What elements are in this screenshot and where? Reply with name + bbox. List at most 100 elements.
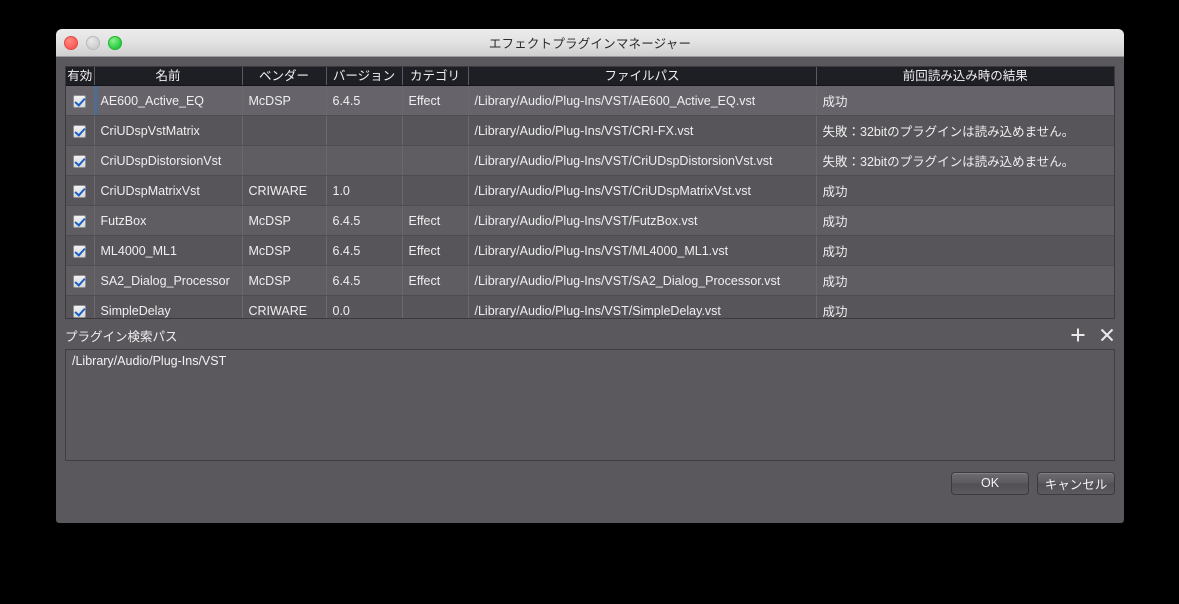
cell-enabled[interactable] — [66, 145, 95, 176]
close-button[interactable] — [64, 35, 78, 50]
cell-category: Effect — [402, 85, 469, 116]
cell-name: CriUDspDistorsionVst — [94, 145, 243, 176]
checkbox-checked-icon[interactable] — [73, 304, 87, 318]
cell-path: /Library/Audio/Plug-Ins/VST/CRI-FX.vst — [468, 115, 817, 146]
search-path-item[interactable]: /Library/Audio/Plug-Ins/VST — [70, 353, 1110, 369]
cell-enabled[interactable] — [66, 295, 95, 318]
checkbox-checked-icon[interactable] — [73, 184, 87, 198]
plugin-table-container[interactable]: 有効 名前 ベンダー バージョン カテゴリ ファイルパス 前回読み込み時の結果 … — [65, 66, 1115, 319]
cancel-button[interactable]: キャンセル — [1037, 471, 1115, 495]
cell-result: 成功 — [816, 175, 1114, 206]
table-row[interactable]: SA2_Dialog_Processor McDSP 6.4.5 Effect/Lib… — [66, 265, 1114, 296]
checkbox-checked-icon[interactable] — [73, 154, 87, 168]
column-header-vendor[interactable]: ベンダー — [242, 67, 327, 86]
cell-enabled[interactable] — [66, 235, 95, 266]
cell-result: 成功 — [816, 205, 1114, 236]
table-header-row: 有効 名前 ベンダー バージョン カテゴリ ファイルパス 前回読み込み時の結果 — [66, 67, 1114, 86]
table-row[interactable]: CriUDspMatrixVst CRIWARE 1.0/Library/Audio… — [66, 175, 1114, 206]
checkbox-checked-icon[interactable] — [73, 274, 87, 288]
cell-enabled[interactable] — [66, 85, 95, 116]
close-icon[interactable] — [1099, 327, 1115, 343]
cell-version — [326, 115, 403, 146]
cell-result: 失敗：32bitのプラグインは読み込めません。 — [816, 115, 1114, 146]
column-header-name[interactable]: 名前 — [94, 67, 243, 86]
cell-enabled[interactable] — [66, 175, 95, 206]
cell-vendor — [242, 115, 327, 146]
window-controls — [64, 29, 122, 56]
table-row[interactable]: SimpleDelay CRIWARE 0.0/Library/Audio/Plug… — [66, 295, 1114, 318]
minimize-button[interactable] — [86, 35, 100, 50]
column-header-enabled[interactable]: 有効 — [66, 67, 95, 86]
cell-result: 成功 — [816, 85, 1114, 116]
column-header-category[interactable]: カテゴリ — [402, 67, 469, 86]
checkbox-checked-icon[interactable] — [73, 94, 87, 108]
cell-vendor: CRIWARE — [242, 295, 327, 318]
cell-name: SimpleDelay — [94, 295, 243, 318]
cell-version: 6.4.5 — [326, 205, 403, 236]
column-header-version[interactable]: バージョン — [326, 67, 403, 86]
table-row[interactable]: AE600_Active_EQ McDSP 6.4.5 Effect/Library/… — [66, 85, 1114, 116]
cell-result: 成功 — [816, 265, 1114, 296]
cell-enabled[interactable] — [66, 205, 95, 236]
cell-category — [402, 145, 469, 176]
cell-version: 6.4.5 — [326, 265, 403, 296]
column-header-path[interactable]: ファイルパス — [468, 67, 817, 86]
dialog-footer: OK キャンセル — [65, 461, 1115, 505]
checkbox-checked-icon[interactable] — [73, 214, 87, 228]
cell-vendor: McDSP — [242, 235, 327, 266]
cell-name: FutzBox — [94, 205, 243, 236]
desktop-background: エフェクトプラグインマネージャー 有効 名前 ベンダー バージョン カテゴリ フ… — [0, 0, 1179, 604]
cell-enabled[interactable] — [66, 265, 95, 296]
search-path-actions — [1070, 321, 1115, 349]
cell-vendor: McDSP — [242, 205, 327, 236]
cell-vendor — [242, 145, 327, 176]
cell-path: /Library/Audio/Plug-Ins/VST/SA2_Dialog_P… — [468, 265, 817, 296]
plugin-table: 有効 名前 ベンダー バージョン カテゴリ ファイルパス 前回読み込み時の結果 … — [66, 67, 1114, 318]
cell-name: ML4000_ML1 — [94, 235, 243, 266]
plus-icon[interactable] — [1070, 327, 1086, 343]
table-row[interactable]: ML4000_ML1 McDSP 6.4.5 Effect/Library/Audio… — [66, 235, 1114, 266]
table-row[interactable]: FutzBox McDSP 6.4.5 Effect/Library/Audio/Pl… — [66, 205, 1114, 236]
plugin-table-header: 有効 名前 ベンダー バージョン カテゴリ ファイルパス 前回読み込み時の結果 — [66, 67, 1114, 86]
checkbox-checked-icon[interactable] — [73, 124, 87, 138]
effect-plugin-manager-window: エフェクトプラグインマネージャー 有効 名前 ベンダー バージョン カテゴリ フ… — [56, 29, 1124, 523]
ok-button[interactable]: OK — [951, 471, 1029, 495]
cell-name: SA2_Dialog_Processor — [94, 265, 243, 296]
cell-version — [326, 145, 403, 176]
cell-category: Effect — [402, 235, 469, 266]
cell-result: 失敗：32bitのプラグインは読み込めません。 — [816, 145, 1114, 176]
window-titlebar: エフェクトプラグインマネージャー — [56, 29, 1124, 57]
cell-category — [402, 175, 469, 206]
cell-path: /Library/Audio/Plug-Ins/VST/CriUDspMatri… — [468, 175, 817, 206]
cell-category — [402, 295, 469, 318]
cell-vendor: McDSP — [242, 85, 327, 116]
cell-version: 1.0 — [326, 175, 403, 206]
cell-result: 成功 — [816, 235, 1114, 266]
cell-version: 6.4.5 — [326, 85, 403, 116]
table-row[interactable]: CriUDspVstMatrix/Library/Audio/Plug-Ins/… — [66, 115, 1114, 146]
search-path-label: プラグイン検索パス — [65, 329, 178, 344]
search-path-header: プラグイン検索パス — [65, 321, 1115, 349]
cell-category — [402, 115, 469, 146]
cell-result: 成功 — [816, 295, 1114, 318]
cell-path: /Library/Audio/Plug-Ins/VST/SimpleDelay.… — [468, 295, 817, 318]
column-header-result[interactable]: 前回読み込み時の結果 — [816, 67, 1114, 86]
cell-enabled[interactable] — [66, 115, 95, 146]
cell-category: Effect — [402, 205, 469, 236]
cell-vendor: McDSP — [242, 265, 327, 296]
cell-category: Effect — [402, 265, 469, 296]
checkbox-checked-icon[interactable] — [73, 244, 87, 258]
window-title: エフェクトプラグインマネージャー — [488, 37, 692, 51]
cell-version: 6.4.5 — [326, 235, 403, 266]
cell-version: 0.0 — [326, 295, 403, 318]
cell-name: CriUDspVstMatrix — [94, 115, 243, 146]
cell-path: /Library/Audio/Plug-Ins/VST/ML4000_ML1.v… — [468, 235, 817, 266]
cell-path: /Library/Audio/Plug-Ins/VST/FutzBox.vst — [468, 205, 817, 236]
cell-name: AE600_Active_EQ — [94, 85, 243, 116]
cell-path: /Library/Audio/Plug-Ins/VST/CriUDspDisto… — [468, 145, 817, 176]
search-path-list[interactable]: /Library/Audio/Plug-Ins/VST — [65, 349, 1115, 461]
table-row[interactable]: CriUDspDistorsionVst/Library/Audio/Plug-… — [66, 145, 1114, 176]
zoom-button[interactable] — [108, 35, 122, 50]
cell-name: CriUDspMatrixVst — [94, 175, 243, 206]
dialog-body: 有効 名前 ベンダー バージョン カテゴリ ファイルパス 前回読み込み時の結果 … — [56, 57, 1124, 515]
